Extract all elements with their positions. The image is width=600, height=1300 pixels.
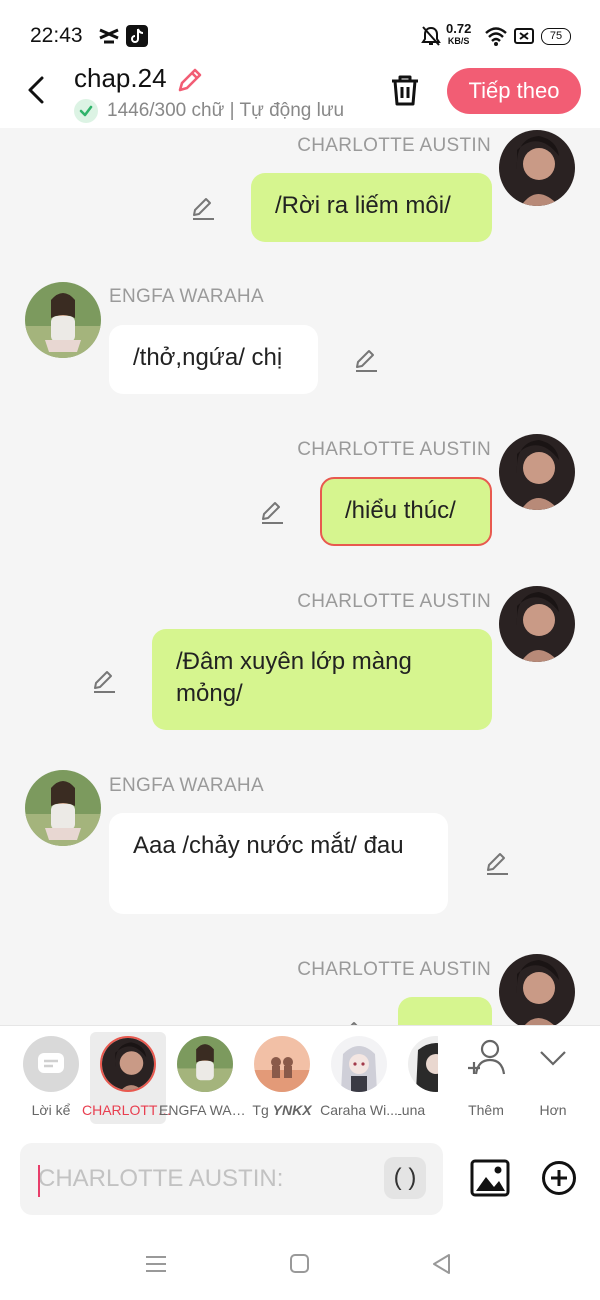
avatar-charlotte[interactable] xyxy=(499,954,575,1025)
edit-title-icon[interactable] xyxy=(174,66,204,96)
edit-message-icon[interactable] xyxy=(353,347,379,373)
edit-message-icon[interactable] xyxy=(91,668,117,694)
edit-message-icon[interactable] xyxy=(484,850,510,876)
text-caret xyxy=(38,1165,40,1197)
home-icon[interactable] xyxy=(289,1253,310,1274)
chapter-title[interactable]: chap.24 xyxy=(74,63,167,94)
composer-bar: CHARLOTTE AUSTIN: ( ) xyxy=(0,1133,600,1228)
sender-name: ENGFA WARAHA xyxy=(109,286,264,307)
input-placeholder: CHARLOTTE AUSTIN: xyxy=(38,1165,284,1192)
trash-icon[interactable] xyxy=(388,72,422,108)
avatar-charlotte xyxy=(100,1036,156,1092)
character-narration[interactable]: Lời kể xyxy=(13,1032,89,1124)
avatar-tg-ynkx xyxy=(254,1036,310,1092)
sender-name: ENGFA WARAHA xyxy=(109,775,264,796)
sender-name: CHARLOTTE AUSTIN xyxy=(297,591,491,612)
character-caraha[interactable]: Caraha Wi... xyxy=(320,1032,398,1124)
sender-name: CHARLOTTE AUSTIN xyxy=(297,135,491,156)
system-nav-bar xyxy=(0,1228,600,1300)
next-button[interactable]: Tiếp theo xyxy=(447,68,581,114)
avatar-charlotte[interactable] xyxy=(499,130,575,206)
back-triangle-icon[interactable] xyxy=(430,1252,452,1276)
avatar-engfa[interactable] xyxy=(25,282,101,358)
character-luna[interactable]: Luna xyxy=(398,1032,438,1124)
character-selector: Lời kể CHARLOTTE AUSTIN ENGFA WARAHA Tg … xyxy=(0,1025,600,1134)
word-count-text: 1446/300 chữ | Tự động lưu xyxy=(107,100,345,121)
message-bubble-selected[interactable]: /hiểu thúc/ xyxy=(320,477,492,546)
capcut-icon xyxy=(99,28,119,44)
character-engfa[interactable]: ENGFA WARAHA xyxy=(159,1032,251,1124)
wifi-icon xyxy=(485,27,507,46)
battery-indicator: 75 xyxy=(541,28,571,45)
character-charlotte[interactable]: CHARLOTTE AUSTIN xyxy=(82,1032,174,1124)
character-tg-ynkx[interactable]: Tg YNKX xyxy=(244,1032,320,1124)
check-icon xyxy=(74,99,98,123)
battery-level: 75 xyxy=(549,30,563,42)
more-button[interactable]: Hơn xyxy=(515,1032,591,1124)
message-input[interactable]: CHARLOTTE AUSTIN: ( ) xyxy=(20,1143,443,1215)
chat-area[interactable]: CHARLOTTE AUSTIN /Rời ra liếm môi/ ENGFA… xyxy=(0,128,600,1025)
add-icon[interactable] xyxy=(541,1160,577,1196)
character-label: Luna xyxy=(398,1102,426,1118)
mute-bell-icon xyxy=(421,26,441,46)
avatar-caraha xyxy=(331,1036,387,1092)
editor-header: chap.24 1446/300 chữ | Tự động lưu Tiếp … xyxy=(0,60,600,128)
chevron-down-icon xyxy=(540,1051,566,1066)
sim-icon xyxy=(514,28,534,44)
message-bubble[interactable] xyxy=(398,997,492,1025)
parentheses-button[interactable]: ( ) xyxy=(384,1157,426,1199)
status-bar: 22:43 0.72 KB/S 75 xyxy=(0,0,600,60)
character-label: Caraha Wi... xyxy=(320,1102,398,1118)
net-speed-value: 0.72 xyxy=(446,21,472,36)
avatar-charlotte[interactable] xyxy=(499,434,575,510)
net-speed-unit: KB/S xyxy=(447,36,470,46)
message-bubble[interactable]: /thở,ngứa/ chị xyxy=(109,325,318,394)
save-status: 1446/300 chữ | Tự động lưu xyxy=(74,98,344,124)
avatar-charlotte[interactable] xyxy=(499,586,575,662)
back-arrow-icon[interactable] xyxy=(24,72,52,108)
message-bubble[interactable]: /Rời ra liếm môi/ xyxy=(251,173,492,242)
image-icon[interactable] xyxy=(470,1159,510,1197)
status-time: 22:43 xyxy=(30,24,83,47)
tiktok-icon xyxy=(126,25,148,47)
sender-name: CHARLOTTE AUSTIN xyxy=(297,959,491,980)
edit-message-icon[interactable] xyxy=(190,195,216,221)
narration-icon xyxy=(23,1036,79,1092)
edit-message-icon[interactable] xyxy=(259,499,285,525)
sender-name: CHARLOTTE AUSTIN xyxy=(297,439,491,460)
add-person-icon xyxy=(468,1039,506,1075)
message-bubble[interactable]: Aaa /chảy nước mắt/ đau xyxy=(109,813,448,914)
message-bubble[interactable]: /Đâm xuyên lớp màng mỏng/ xyxy=(152,629,492,730)
avatar-engfa[interactable] xyxy=(25,770,101,846)
character-label: Hơn xyxy=(539,1102,567,1118)
menu-icon[interactable] xyxy=(145,1254,167,1274)
avatar-luna xyxy=(408,1036,438,1092)
avatar-engfa xyxy=(177,1036,233,1092)
